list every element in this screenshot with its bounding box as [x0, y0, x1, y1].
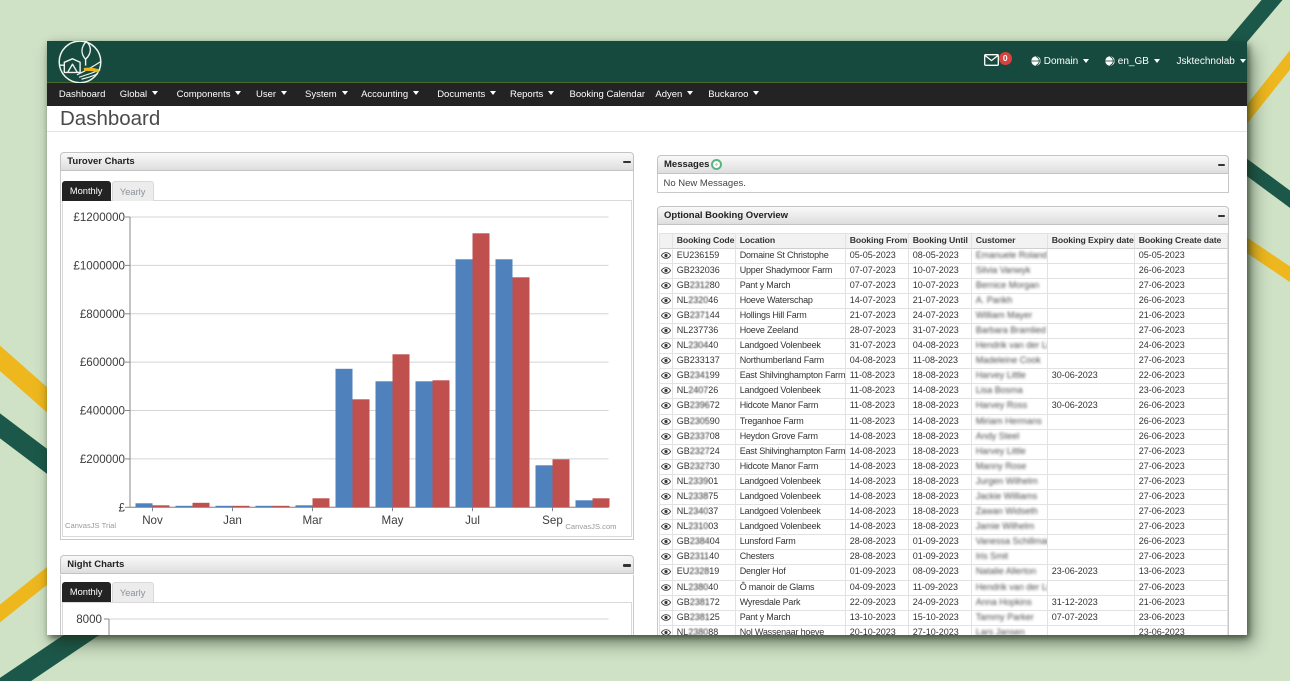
- svg-text:8000: 8000: [76, 613, 102, 626]
- svg-text:Sep: Sep: [542, 514, 563, 527]
- svg-text:Nov: Nov: [142, 514, 163, 527]
- svg-text:Jan: Jan: [223, 514, 242, 527]
- svg-text:May: May: [381, 514, 403, 527]
- svg-text:£1000000: £1000000: [73, 259, 125, 272]
- svg-text:CanvasJS Trial: CanvasJS Trial: [65, 521, 116, 530]
- svg-text:£400000: £400000: [79, 405, 124, 418]
- svg-text:£1200000: £1200000: [73, 211, 125, 224]
- svg-text:Mar: Mar: [302, 514, 322, 527]
- svg-text:£600000: £600000: [79, 356, 124, 369]
- svg-text:Jul: Jul: [465, 514, 480, 527]
- svg-text:£800000: £800000: [79, 308, 124, 321]
- svg-text:£200000: £200000: [79, 453, 124, 466]
- svg-text:CanvasJS.com: CanvasJS.com: [565, 522, 616, 531]
- svg-text:£: £: [118, 501, 125, 514]
